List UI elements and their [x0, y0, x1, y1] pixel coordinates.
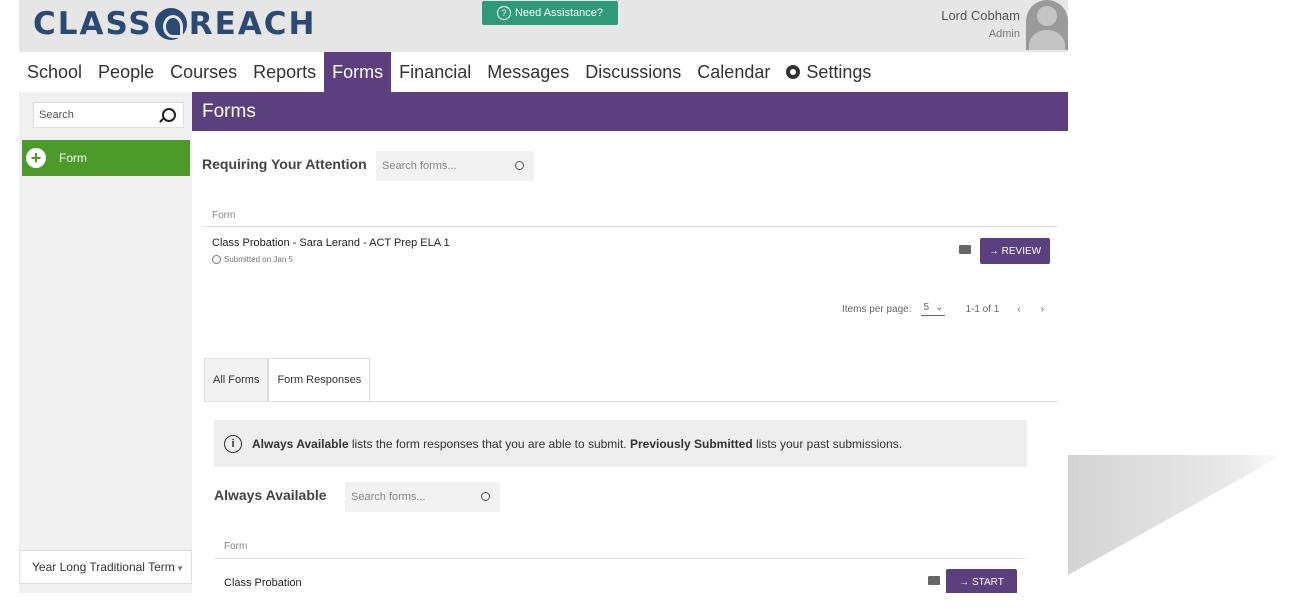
nav-forms[interactable]: Forms — [324, 52, 392, 92]
nav-reports[interactable]: Reports — [245, 52, 324, 92]
search-icon[interactable] — [481, 492, 490, 501]
avatar[interactable] — [1026, 0, 1068, 50]
review-button-label: REVIEW — [1001, 245, 1042, 257]
divider — [202, 226, 1058, 227]
attention-row-subtitle: Submitted on Jan 5 — [212, 255, 293, 264]
attention-title: Requiring Your Attention — [202, 156, 367, 172]
mail-icon[interactable] — [928, 576, 940, 585]
start-button[interactable]: → START — [946, 569, 1017, 593]
tab-all-forms[interactable]: All Forms — [204, 358, 269, 402]
user-name: Lord Cobham — [941, 8, 1020, 23]
attention-row-title[interactable]: Class Probation - Sara Lerand - ACT Prep… — [212, 237, 450, 249]
info-text: Always Available lists the form response… — [252, 437, 902, 451]
nav-school[interactable]: School — [19, 52, 90, 92]
caret-down-icon: ▼ — [176, 564, 184, 573]
info-bold-previous: Previously Submitted — [629, 436, 753, 451]
arrow-right-icon: → — [959, 576, 972, 588]
user-role: Admin — [988, 28, 1020, 40]
top-bar: CLASS REACH ? Need Assistance? Lord Cobh… — [19, 0, 1068, 52]
info-banner: i Always Available lists the form respon… — [214, 420, 1027, 467]
items-per-page-value: 5 — [923, 302, 930, 313]
add-form-label: Form — [59, 151, 87, 165]
arrow-right-icon: → — [988, 245, 1002, 257]
nav-people[interactable]: People — [90, 52, 162, 92]
info-text-2: lists your past submissions. — [752, 436, 903, 451]
tab-bar: All Forms Form Responses — [204, 358, 371, 402]
classreach-logo[interactable]: CLASS REACH — [33, 6, 317, 42]
nav-messages[interactable]: Messages — [479, 52, 577, 92]
need-assistance-button[interactable]: ? Need Assistance? — [482, 1, 618, 25]
previous-page-button[interactable]: ‹ — [1017, 304, 1020, 315]
search-icon[interactable] — [162, 108, 176, 122]
nav-financial[interactable]: Financial — [391, 52, 479, 92]
nav-discussions[interactable]: Discussions — [577, 52, 689, 92]
sidebar-search-input[interactable]: Search — [33, 102, 184, 128]
chevron-down-icon: ⌄ — [935, 302, 944, 313]
nav-settings[interactable]: Settings — [778, 52, 879, 92]
items-per-page-select[interactable]: 5 ⌄ — [921, 302, 946, 316]
divider — [214, 558, 1027, 559]
available-search-placeholder: Search forms... — [351, 491, 426, 503]
mail-icon[interactable] — [959, 245, 971, 254]
logo-text-left: CLASS — [33, 6, 153, 42]
next-page-button[interactable]: › — [1041, 304, 1044, 315]
term-select[interactable]: Year Long Traditional Term ▼ — [19, 550, 192, 584]
attention-column-header: Form — [212, 210, 236, 221]
available-search-input[interactable]: Search forms... — [345, 482, 500, 512]
app-window: CLASS REACH ? Need Assistance? Lord Cobh… — [19, 0, 1068, 593]
page-shadow — [1068, 455, 1283, 575]
attention-search-placeholder: Search forms... — [382, 160, 457, 172]
sidebar-search-placeholder: Search — [39, 109, 74, 121]
start-button-label: START — [971, 576, 1004, 588]
logo-mark-icon — [154, 8, 187, 40]
clock-icon — [212, 255, 221, 264]
nav-settings-label: Settings — [806, 61, 872, 82]
available-column-header: Form — [224, 541, 248, 552]
info-icon: i — [224, 434, 242, 453]
nav-courses[interactable]: Courses — [162, 52, 245, 92]
add-form-button[interactable]: + Form — [22, 140, 190, 176]
attention-search-input[interactable]: Search forms... — [376, 151, 534, 181]
need-assistance-label: Need Assistance? — [514, 7, 604, 19]
main-content: Forms Requiring Your Attention Search fo… — [192, 92, 1068, 593]
gear-icon — [786, 65, 801, 79]
page-range: 1-1 of 1 — [965, 303, 1000, 315]
review-button[interactable]: → REVIEW — [980, 238, 1050, 264]
available-row-title[interactable]: Class Probation — [224, 577, 302, 589]
user-info[interactable]: Lord Cobham Admin — [941, 7, 1020, 43]
page-title: Forms — [192, 92, 1068, 131]
question-icon: ? — [496, 6, 511, 20]
always-available-title: Always Available — [214, 487, 327, 503]
paginator: Items per page: 5 ⌄ 1-1 of 1 ‹ › — [842, 302, 1044, 316]
sidebar: Search + Form Year Long Traditional Term… — [19, 92, 192, 593]
term-select-value: Year Long Traditional Term — [32, 560, 175, 574]
search-icon[interactable] — [515, 161, 524, 170]
info-bold-always: Always Available — [252, 436, 349, 451]
info-text-1: lists the form responses that you are ab… — [348, 436, 630, 451]
logo-text-right: REACH — [188, 6, 317, 42]
main-nav: School People Courses Reports Forms Fina… — [19, 52, 1068, 92]
attention-row-date: Submitted on Jan 5 — [224, 255, 293, 264]
items-per-page-label: Items per page: — [842, 303, 912, 315]
tab-form-responses[interactable]: Form Responses — [268, 358, 371, 402]
nav-calendar[interactable]: Calendar — [689, 52, 778, 92]
plus-icon: + — [26, 148, 46, 168]
